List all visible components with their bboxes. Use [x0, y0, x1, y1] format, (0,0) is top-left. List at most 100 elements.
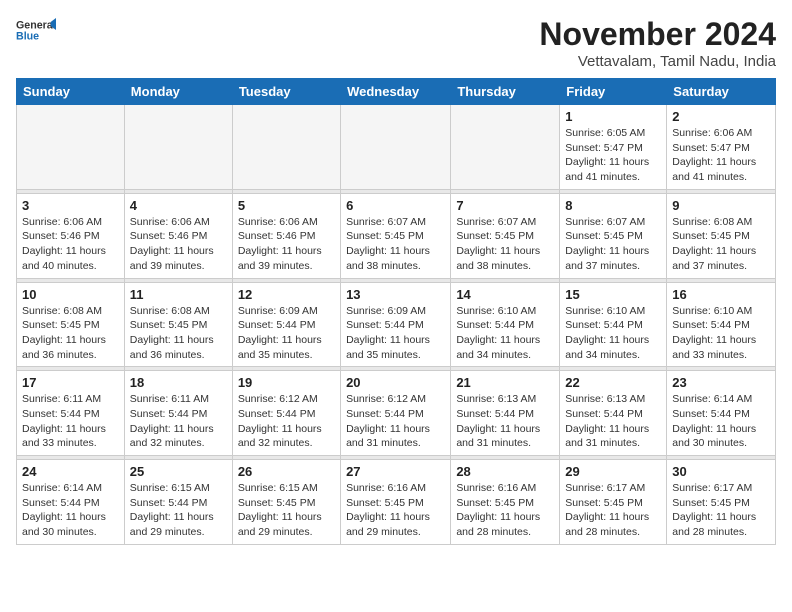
day-number: 13 [346, 287, 445, 302]
day-number: 27 [346, 464, 445, 479]
table-row: 28 Sunrise: 6:16 AM Sunset: 5:45 PM Dayli… [451, 460, 560, 545]
day-info: Sunrise: 6:12 AM Sunset: 5:44 PM Dayligh… [346, 392, 445, 451]
day-info: Sunrise: 6:06 AM Sunset: 5:46 PM Dayligh… [130, 215, 227, 274]
page-header: General Blue November 2024 Vettavalam, T… [16, 16, 776, 70]
table-row: 15 Sunrise: 6:10 AM Sunset: 5:44 PM Dayli… [560, 282, 667, 367]
day-info: Sunrise: 6:16 AM Sunset: 5:45 PM Dayligh… [456, 481, 554, 540]
col-monday: Monday [124, 79, 232, 105]
day-info: Sunrise: 6:11 AM Sunset: 5:44 PM Dayligh… [22, 392, 119, 451]
day-number: 25 [130, 464, 227, 479]
day-info: Sunrise: 6:16 AM Sunset: 5:45 PM Dayligh… [346, 481, 445, 540]
table-row: 23 Sunrise: 6:14 AM Sunset: 5:44 PM Dayli… [667, 371, 776, 456]
day-number: 7 [456, 198, 554, 213]
day-info: Sunrise: 6:06 AM Sunset: 5:47 PM Dayligh… [672, 126, 770, 185]
day-info: Sunrise: 6:17 AM Sunset: 5:45 PM Dayligh… [672, 481, 770, 540]
month-title: November 2024 [539, 16, 776, 53]
day-number: 4 [130, 198, 227, 213]
table-row [341, 105, 451, 190]
day-number: 28 [456, 464, 554, 479]
calendar-week-row: 17 Sunrise: 6:11 AM Sunset: 5:44 PM Dayli… [17, 371, 776, 456]
table-row: 14Sunrise: 6:10 AM Sunset: 5:44 PM Dayli… [451, 282, 560, 367]
day-number: 18 [130, 375, 227, 390]
day-number: 24 [22, 464, 119, 479]
table-row: 29Sunrise: 6:17 AM Sunset: 5:45 PM Dayli… [560, 460, 667, 545]
day-number: 8 [565, 198, 661, 213]
table-row: 11 Sunrise: 6:08 AM Sunset: 5:45 PM Dayli… [124, 282, 232, 367]
calendar-week-row: 10 Sunrise: 6:08 AM Sunset: 5:45 PM Dayli… [17, 282, 776, 367]
table-row: 17 Sunrise: 6:11 AM Sunset: 5:44 PM Dayli… [17, 371, 125, 456]
table-row: 21Sunrise: 6:13 AM Sunset: 5:44 PM Dayli… [451, 371, 560, 456]
day-number: 21 [456, 375, 554, 390]
table-row: 16Sunrise: 6:10 AM Sunset: 5:44 PM Dayli… [667, 282, 776, 367]
col-saturday: Saturday [667, 79, 776, 105]
day-number: 2 [672, 109, 770, 124]
day-number: 1 [565, 109, 661, 124]
day-number: 10 [22, 287, 119, 302]
day-info: Sunrise: 6:08 AM Sunset: 5:45 PM Dayligh… [130, 304, 227, 363]
table-row: 13 Sunrise: 6:09 AM Sunset: 5:44 PM Dayli… [341, 282, 451, 367]
day-info: Sunrise: 6:05 AM Sunset: 5:47 PM Dayligh… [565, 126, 661, 185]
day-number: 23 [672, 375, 770, 390]
svg-text:Blue: Blue [16, 30, 39, 42]
day-info: Sunrise: 6:09 AM Sunset: 5:44 PM Dayligh… [346, 304, 445, 363]
day-number: 29 [565, 464, 661, 479]
day-info: Sunrise: 6:06 AM Sunset: 5:46 PM Dayligh… [22, 215, 119, 274]
table-row [124, 105, 232, 190]
table-row: 1 Sunrise: 6:05 AM Sunset: 5:47 PM Daylig… [560, 105, 667, 190]
table-row: 18Sunrise: 6:11 AM Sunset: 5:44 PM Dayli… [124, 371, 232, 456]
table-row: 12Sunrise: 6:09 AM Sunset: 5:44 PM Dayli… [232, 282, 340, 367]
table-row: 3 Sunrise: 6:06 AM Sunset: 5:46 PM Daylig… [17, 193, 125, 278]
day-info: Sunrise: 6:13 AM Sunset: 5:44 PM Dayligh… [565, 392, 661, 451]
day-number: 9 [672, 198, 770, 213]
table-row: 22 Sunrise: 6:13 AM Sunset: 5:44 PM Dayli… [560, 371, 667, 456]
day-info: Sunrise: 6:08 AM Sunset: 5:45 PM Dayligh… [22, 304, 119, 363]
table-row: 10 Sunrise: 6:08 AM Sunset: 5:45 PM Dayli… [17, 282, 125, 367]
day-number: 6 [346, 198, 445, 213]
calendar-week-row: 1 Sunrise: 6:05 AM Sunset: 5:47 PM Daylig… [17, 105, 776, 190]
day-number: 12 [238, 287, 335, 302]
table-row: 5 Sunrise: 6:06 AM Sunset: 5:46 PM Daylig… [232, 193, 340, 278]
day-info: Sunrise: 6:07 AM Sunset: 5:45 PM Dayligh… [456, 215, 554, 274]
day-number: 19 [238, 375, 335, 390]
day-info: Sunrise: 6:08 AM Sunset: 5:45 PM Dayligh… [672, 215, 770, 274]
table-row: 20Sunrise: 6:12 AM Sunset: 5:44 PM Dayli… [341, 371, 451, 456]
day-info: Sunrise: 6:10 AM Sunset: 5:44 PM Dayligh… [672, 304, 770, 363]
table-row: 24 Sunrise: 6:14 AM Sunset: 5:44 PM Dayli… [17, 460, 125, 545]
table-row: 7 Sunrise: 6:07 AM Sunset: 5:45 PM Daylig… [451, 193, 560, 278]
day-info: Sunrise: 6:14 AM Sunset: 5:44 PM Dayligh… [22, 481, 119, 540]
table-row [17, 105, 125, 190]
location: Vettavalam, Tamil Nadu, India [539, 53, 776, 70]
day-info: Sunrise: 6:10 AM Sunset: 5:44 PM Dayligh… [565, 304, 661, 363]
day-number: 26 [238, 464, 335, 479]
day-info: Sunrise: 6:07 AM Sunset: 5:45 PM Dayligh… [346, 215, 445, 274]
table-row: 6 Sunrise: 6:07 AM Sunset: 5:45 PM Daylig… [341, 193, 451, 278]
day-info: Sunrise: 6:15 AM Sunset: 5:44 PM Dayligh… [130, 481, 227, 540]
day-number: 22 [565, 375, 661, 390]
calendar-table: Sunday Monday Tuesday Wednesday Thursday… [16, 78, 776, 545]
day-number: 3 [22, 198, 119, 213]
calendar-week-row: 24 Sunrise: 6:14 AM Sunset: 5:44 PM Dayli… [17, 460, 776, 545]
table-row [232, 105, 340, 190]
calendar-header-row: Sunday Monday Tuesday Wednesday Thursday… [17, 79, 776, 105]
day-info: Sunrise: 6:10 AM Sunset: 5:44 PM Dayligh… [456, 304, 554, 363]
day-number: 5 [238, 198, 335, 213]
table-row: 27 Sunrise: 6:16 AM Sunset: 5:45 PM Dayli… [341, 460, 451, 545]
table-row: 25 Sunrise: 6:15 AM Sunset: 5:44 PM Dayli… [124, 460, 232, 545]
table-row: 19Sunrise: 6:12 AM Sunset: 5:44 PM Dayli… [232, 371, 340, 456]
day-info: Sunrise: 6:15 AM Sunset: 5:45 PM Dayligh… [238, 481, 335, 540]
day-number: 11 [130, 287, 227, 302]
col-wednesday: Wednesday [341, 79, 451, 105]
day-info: Sunrise: 6:06 AM Sunset: 5:46 PM Dayligh… [238, 215, 335, 274]
day-number: 17 [22, 375, 119, 390]
logo-icon: General Blue [16, 16, 56, 44]
day-number: 15 [565, 287, 661, 302]
logo: General Blue [16, 16, 56, 44]
day-info: Sunrise: 6:14 AM Sunset: 5:44 PM Dayligh… [672, 392, 770, 451]
day-info: Sunrise: 6:07 AM Sunset: 5:45 PM Dayligh… [565, 215, 661, 274]
col-thursday: Thursday [451, 79, 560, 105]
day-number: 30 [672, 464, 770, 479]
col-sunday: Sunday [17, 79, 125, 105]
table-row [451, 105, 560, 190]
table-row: 26 Sunrise: 6:15 AM Sunset: 5:45 PM Dayli… [232, 460, 340, 545]
table-row: 2 Sunrise: 6:06 AM Sunset: 5:47 PM Daylig… [667, 105, 776, 190]
